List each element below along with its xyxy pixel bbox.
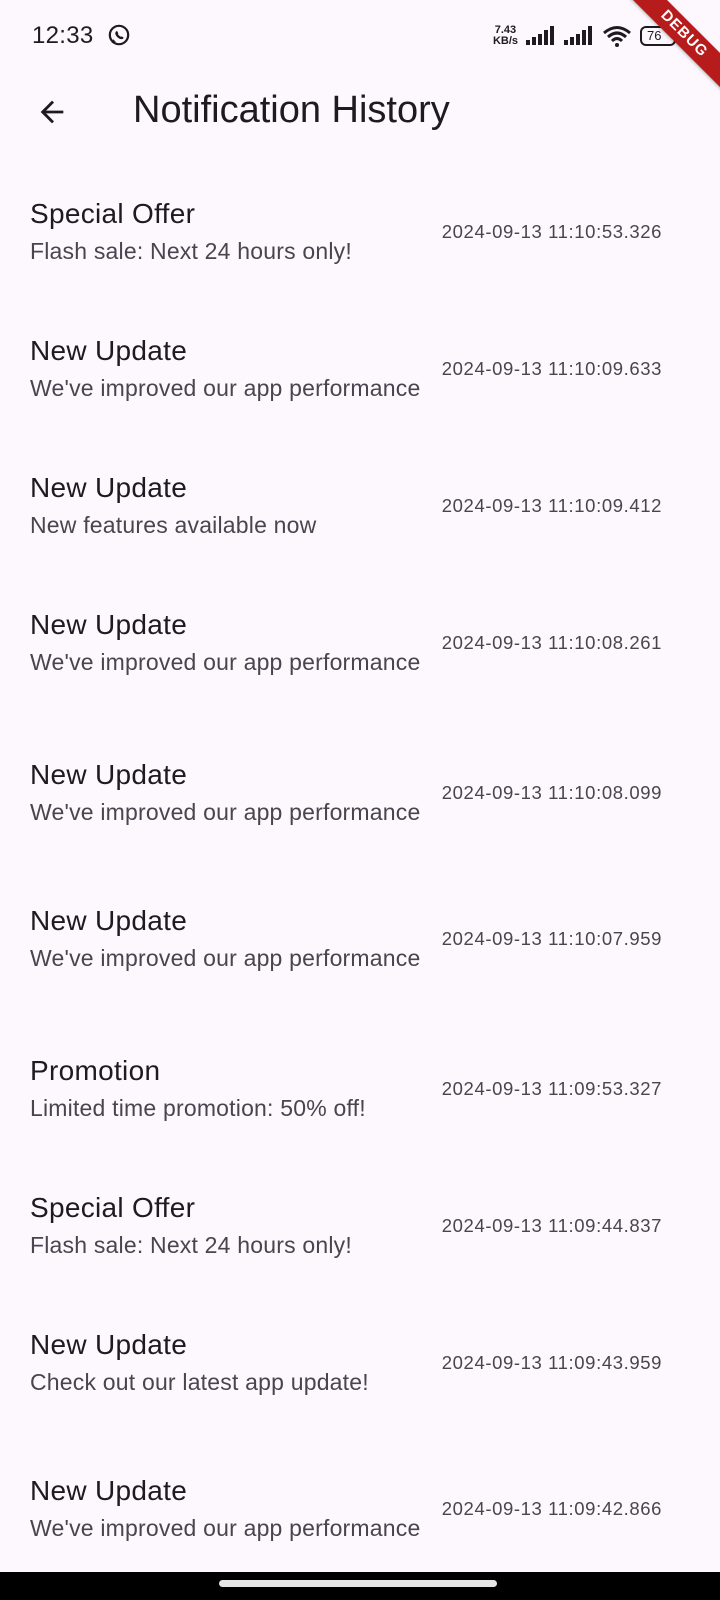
notification-item[interactable]: New Update New features available now 2024… bbox=[0, 446, 720, 566]
notification-title: Special Offer bbox=[30, 198, 196, 229]
notification-item[interactable]: New Update We've improved our app perform… bbox=[0, 866, 720, 1012]
wifi-icon bbox=[602, 25, 632, 47]
notification-timestamp: 2024-09-13 11:09:44.837 bbox=[441, 1215, 662, 1236]
notification-timestamp: 2024-09-13 11:10:08.261 bbox=[441, 632, 662, 653]
notification-timestamp: 2024-09-13 11:10:07.959 bbox=[441, 928, 662, 949]
notification-body: We've improved our app performance bbox=[30, 375, 421, 401]
notification-text: New Update New features available now bbox=[30, 469, 442, 543]
screen: 12:33 7.43 KB/s 76 DEBUG Notification Hi… bbox=[0, 0, 720, 1600]
notification-title: New Update bbox=[30, 1475, 188, 1506]
navigation-bar bbox=[0, 1572, 720, 1600]
notification-text: New Update We've improved our app perform… bbox=[30, 756, 442, 830]
whatsapp-icon bbox=[108, 24, 130, 46]
notification-timestamp: 2024-09-13 11:10:09.633 bbox=[441, 358, 662, 379]
notification-text: Promotion Limited time promotion: 50% off… bbox=[30, 1052, 442, 1126]
notification-title: Promotion bbox=[30, 1055, 161, 1086]
notification-text: New Update We've improved our app perform… bbox=[30, 332, 442, 406]
status-time: 12:33 bbox=[32, 22, 94, 49]
notification-text: Special Offer Flash sale: Next 24 hours o… bbox=[30, 1189, 442, 1263]
signal-icon bbox=[526, 26, 556, 46]
notification-body: Flash sale: Next 24 hours only! bbox=[30, 238, 352, 264]
notification-timestamp: 2024-09-13 11:09:53.327 bbox=[441, 1078, 662, 1099]
app-bar: Notification History bbox=[0, 72, 720, 152]
notification-title: New Update bbox=[30, 335, 188, 366]
status-bar: 12:33 7.43 KB/s 76 bbox=[0, 0, 720, 72]
notification-item[interactable]: New Update We've improved our app perform… bbox=[0, 720, 720, 866]
notification-body: We've improved our app performance bbox=[30, 649, 421, 675]
notification-title: New Update bbox=[30, 905, 188, 936]
notification-item[interactable]: New Update Check out our latest app updat… bbox=[0, 1286, 720, 1440]
notification-title: Special Offer bbox=[30, 1192, 196, 1223]
battery-level: 76 bbox=[647, 28, 662, 43]
notification-timestamp: 2024-09-13 11:10:09.412 bbox=[441, 495, 662, 516]
notification-item[interactable]: New Update We've improved our app perform… bbox=[0, 292, 720, 446]
network-speed: 7.43 KB/s bbox=[493, 25, 518, 47]
notification-title: New Update bbox=[30, 1329, 188, 1360]
notification-body: We've improved our app performance bbox=[30, 1515, 421, 1541]
notification-list[interactable]: Special Offer Flash sale: Next 24 hours o… bbox=[0, 172, 720, 1578]
notification-body: We've improved our app performance bbox=[30, 945, 421, 971]
notification-body: Limited time promotion: 50% off! bbox=[30, 1095, 366, 1121]
notification-timestamp: 2024-09-13 11:10:08.099 bbox=[441, 782, 662, 803]
notification-item[interactable]: Special Offer Flash sale: Next 24 hours o… bbox=[0, 1166, 720, 1286]
notification-timestamp: 2024-09-13 11:09:42.866 bbox=[441, 1498, 662, 1519]
notification-title: New Update bbox=[30, 472, 188, 503]
back-button[interactable] bbox=[24, 84, 80, 140]
notification-text: New Update Check out our latest app updat… bbox=[30, 1326, 442, 1400]
notification-item[interactable]: Promotion Limited time promotion: 50% off… bbox=[0, 1012, 720, 1166]
notification-title: New Update bbox=[30, 609, 188, 640]
notification-body: We've improved our app performance bbox=[30, 799, 421, 825]
notification-body: Flash sale: Next 24 hours only! bbox=[30, 1232, 352, 1258]
notification-text: Special Offer Flash sale: Next 24 hours o… bbox=[30, 195, 442, 269]
notification-body: New features available now bbox=[30, 512, 317, 538]
page-title: Notification History bbox=[133, 89, 450, 131]
notification-timestamp: 2024-09-13 11:10:53.326 bbox=[441, 221, 662, 242]
notification-text: New Update We've improved our app perform… bbox=[30, 1472, 442, 1546]
status-icons: 7.43 KB/s 76 bbox=[493, 22, 680, 50]
signal-icon-2 bbox=[564, 26, 594, 46]
notification-text: New Update We've improved our app perform… bbox=[30, 902, 442, 976]
network-speed-unit: KB/s bbox=[492, 35, 518, 47]
notification-item[interactable]: Special Offer Flash sale: Next 24 hours o… bbox=[0, 172, 720, 292]
home-gesture-handle[interactable] bbox=[219, 1580, 497, 1587]
notification-title: New Update bbox=[30, 759, 188, 790]
notification-text: New Update We've improved our app perform… bbox=[30, 606, 442, 680]
notification-body: Check out our latest app update! bbox=[30, 1369, 369, 1395]
notification-timestamp: 2024-09-13 11:09:43.959 bbox=[441, 1352, 662, 1373]
notification-item[interactable]: New Update We've improved our app perform… bbox=[0, 1440, 720, 1578]
arrow-back-icon bbox=[40, 100, 64, 124]
notification-item[interactable]: New Update We've improved our app perform… bbox=[0, 566, 720, 720]
